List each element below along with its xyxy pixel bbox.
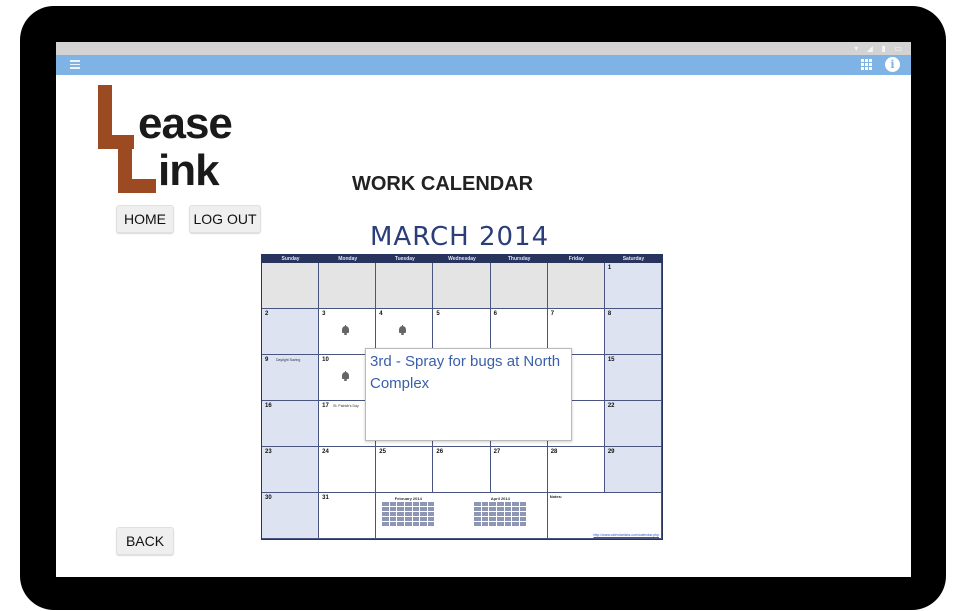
- month-title: MARCH 2014: [370, 222, 550, 252]
- calendar-day[interactable]: 16: [262, 401, 320, 447]
- logo-text-ink: ink: [158, 146, 220, 195]
- calendar-cell-empty: [490, 263, 548, 309]
- calendar-day[interactable]: 8: [604, 309, 662, 355]
- day-number: 7: [550, 311, 555, 317]
- day-number: 30: [265, 495, 272, 501]
- back-button[interactable]: BACK: [116, 527, 174, 555]
- calendar-cell-empty: [547, 263, 605, 309]
- day-number: 5: [436, 311, 440, 317]
- day-note: St. Patrick's Day: [333, 404, 359, 408]
- day-number: 9: [265, 357, 269, 363]
- day-number: 4: [379, 311, 383, 317]
- app-screen: ▾ ◢ ▮ ▭ i ease ink HOME LOG OUT BACK WOR…: [56, 42, 911, 577]
- calendar-weekday-header: Sunday Monday Tuesday Wednesday Thursday…: [262, 255, 662, 263]
- event-popup[interactable]: 3rd - Spray for bugs at North Complex: [365, 348, 572, 441]
- day-number: 8: [607, 311, 612, 317]
- weekday-thursday: Thursday: [507, 256, 531, 262]
- weekday-friday: Friday: [568, 256, 584, 262]
- home-button[interactable]: HOME: [116, 205, 174, 233]
- weekday-monday: Monday: [338, 256, 358, 262]
- grid-icon[interactable]: [861, 59, 872, 70]
- info-icon[interactable]: i: [885, 57, 900, 72]
- logo-text-ease: ease: [138, 99, 233, 148]
- calendar-day[interactable]: 31: [319, 493, 377, 539]
- day-number: 26: [436, 449, 444, 455]
- day-number: 22: [607, 403, 615, 409]
- mini-calendars-area: February 2014 April 2014: [376, 493, 548, 539]
- day-number: 28: [550, 449, 558, 455]
- mini-calendar-april: April 2014: [474, 496, 527, 534]
- page-title: WORK CALENDAR: [352, 173, 534, 195]
- calendar-cell-empty: [319, 263, 377, 309]
- day-number: 1: [607, 265, 612, 271]
- calendar-day[interactable]: 25: [376, 447, 434, 493]
- calendar-source-link[interactable]: http://www.calendarlabs.com/calendar.php: [593, 533, 659, 537]
- mini-calendar-title: April 2014: [490, 496, 510, 501]
- calendar-cell-empty: [376, 263, 434, 309]
- calendar-day[interactable]: 22: [604, 401, 662, 447]
- calendar-day[interactable]: 29: [604, 447, 662, 493]
- weekday-wednesday: Wednesday: [448, 256, 476, 262]
- leaselink-logo: ease ink: [96, 85, 256, 195]
- status-icons: ▾ ◢ ▮ ▭: [854, 44, 905, 53]
- day-number: 10: [322, 357, 329, 363]
- day-number: 2: [265, 311, 269, 317]
- day-number: 25: [379, 449, 386, 455]
- hamburger-menu-icon[interactable]: [70, 60, 80, 69]
- calendar-cell-empty: [262, 263, 320, 309]
- mini-calendar-title: February 2014: [394, 496, 422, 501]
- day-number: 17: [322, 403, 329, 409]
- mini-calendar-february: February 2014: [382, 496, 435, 534]
- calendar-day[interactable]: 1: [604, 263, 662, 309]
- weekday-tuesday: Tuesday: [394, 256, 415, 262]
- calendar-day[interactable]: 15: [604, 355, 662, 401]
- day-number: 29: [607, 449, 615, 455]
- day-number: 3: [322, 311, 326, 317]
- day-number: 27: [493, 449, 501, 455]
- calendar-day[interactable]: 28: [547, 447, 605, 493]
- bell-icon[interactable]: [341, 325, 350, 335]
- bell-icon[interactable]: [398, 325, 407, 335]
- day-number: 16: [265, 403, 272, 409]
- event-popup-text: 3rd - Spray for bugs at North Complex: [370, 353, 561, 392]
- calendar-cell-empty: [433, 263, 491, 309]
- calendar-day[interactable]: 23: [262, 447, 320, 493]
- calendar-day[interactable]: 26: [433, 447, 491, 493]
- bell-icon[interactable]: [341, 371, 350, 381]
- day-number: 24: [322, 449, 329, 455]
- weekday-saturday: Saturday: [622, 256, 645, 262]
- calendar-day[interactable]: 24: [319, 447, 377, 493]
- notes-area: Notes: http://www.calendarlabs.com/calen…: [547, 493, 662, 539]
- status-bar: ▾ ◢ ▮ ▭: [56, 42, 911, 55]
- day-number: 23: [265, 449, 272, 455]
- calendar-day[interactable]: 27: [490, 447, 548, 493]
- day-number: 31: [322, 495, 329, 501]
- day-note: Daylight Saving: [276, 358, 301, 362]
- calendar-day[interactable]: 2: [262, 309, 320, 355]
- logout-button[interactable]: LOG OUT: [189, 205, 261, 233]
- calendar-day[interactable]: 9 Daylight Saving: [262, 355, 320, 401]
- app-bar: i: [56, 55, 911, 75]
- notes-label: Notes:: [549, 494, 563, 499]
- day-number: 15: [607, 357, 615, 363]
- calendar-day[interactable]: 30: [262, 493, 320, 539]
- day-number: 6: [493, 311, 497, 317]
- weekday-sunday: Sunday: [281, 256, 300, 262]
